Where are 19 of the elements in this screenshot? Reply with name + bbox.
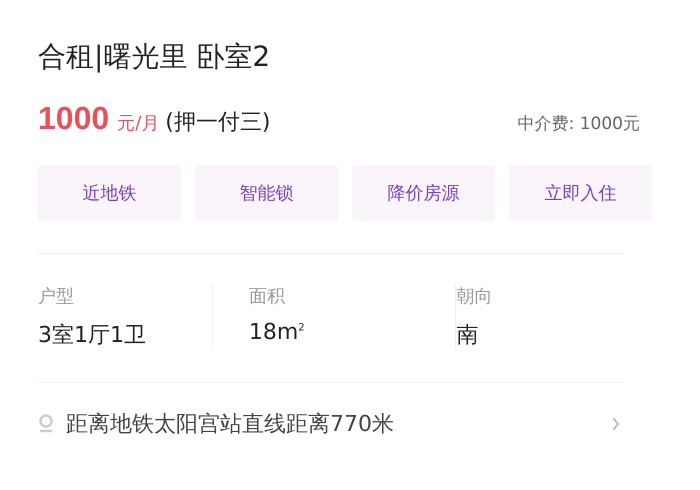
chevron-right-icon <box>612 418 620 430</box>
spec-label: 户型 <box>38 285 74 308</box>
location-row[interactable]: 距离地铁太阳宫站直线距离770米 <box>38 409 620 439</box>
agency-fee: 中介费: 1000元 <box>518 113 640 135</box>
feature-tag: 立即入住 <box>509 165 652 221</box>
spec-value: 18m$^{2}$ <box>248 320 305 345</box>
spec-value: 南 <box>456 322 478 350</box>
feature-tag: 降价房源 <box>352 165 495 221</box>
location-text: 距离地铁太阳宫站直线距离770米 <box>66 411 394 439</box>
listing-title: 合租|曙光里 卧室2 <box>38 40 270 74</box>
price-amount: 1000 <box>38 100 110 137</box>
price-unit: 元/月 <box>117 112 160 135</box>
feature-tag: 智能锁 <box>195 165 338 221</box>
spec-value: 3室1厅1卫 <box>38 322 146 350</box>
spec-label: 面积 <box>248 285 285 308</box>
location-pin-icon <box>38 414 54 434</box>
feature-tag: 近地铁 <box>38 165 181 221</box>
payment-terms: (押一付三) <box>165 109 270 137</box>
spec-label: 朝向 <box>456 285 492 308</box>
